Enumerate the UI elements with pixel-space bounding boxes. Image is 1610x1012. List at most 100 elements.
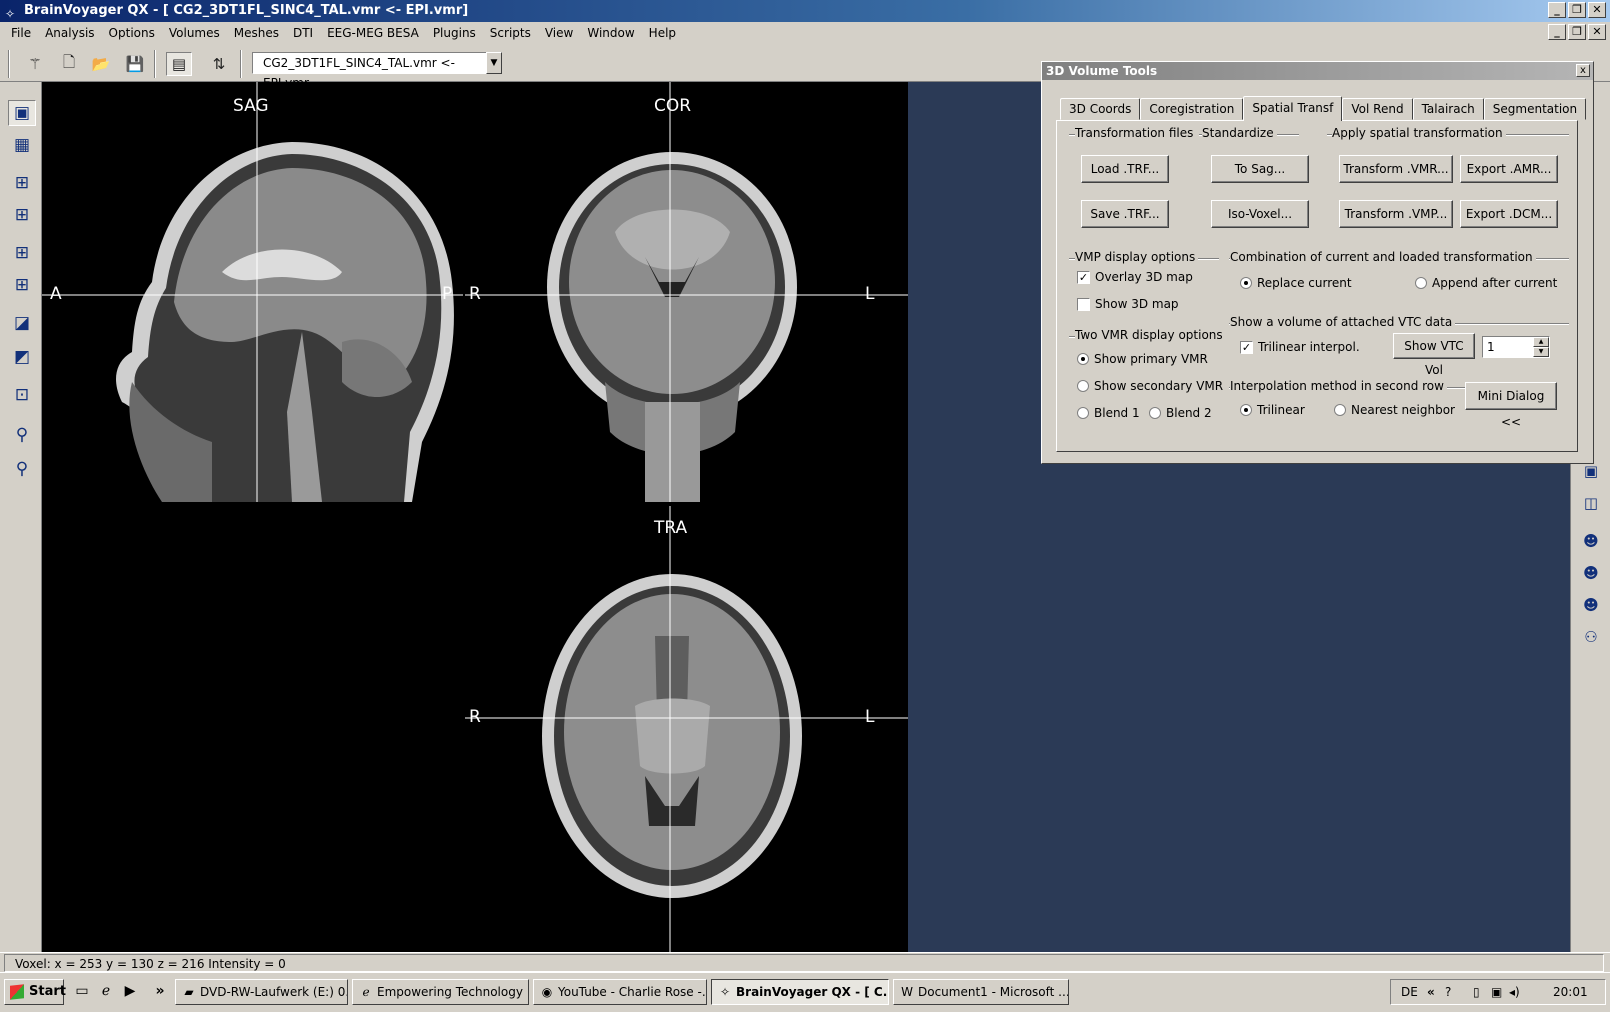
zoom-in-icon[interactable]: ⚲	[8, 456, 36, 482]
iso-voxel-button[interactable]: Iso-Voxel...	[1211, 200, 1309, 228]
menu-help[interactable]: Help	[642, 22, 683, 44]
tab-3d-coords[interactable]: 3D Coords	[1060, 98, 1141, 120]
transversal-pane[interactable]: TRA R L	[465, 506, 908, 952]
stepper-up-icon[interactable]: ▲	[1533, 337, 1549, 347]
three-view-icon[interactable]: ⊞	[8, 272, 36, 298]
tab-segmentation[interactable]: Segmentation	[1483, 98, 1587, 120]
menu-view[interactable]: View	[538, 22, 580, 44]
menu-window[interactable]: Window	[580, 22, 641, 44]
head-right-icon[interactable]: ☻	[1577, 560, 1605, 586]
coronal-pane[interactable]: COR R L	[465, 82, 908, 502]
toolbar-grip	[8, 50, 10, 78]
show-secondary-vmr-radio[interactable]: Show secondary VMR	[1077, 379, 1223, 393]
vtc-volume-stepper[interactable]: 1 ▲ ▼	[1482, 336, 1550, 358]
head-front-icon[interactable]: ☻	[1577, 592, 1605, 618]
append-after-current-radio[interactable]: Append after current	[1415, 276, 1557, 290]
transform-vmr-button[interactable]: Transform .VMR...	[1339, 155, 1453, 183]
export-dcm-button[interactable]: Export .DCM...	[1460, 200, 1558, 228]
menu-eeg-meg-besa[interactable]: EEG-MEG BESA	[320, 22, 426, 44]
tab-vol-rend[interactable]: Vol Rend	[1342, 98, 1413, 120]
coronal-view-icon[interactable]: ⊞	[8, 202, 36, 228]
save-trf-button[interactable]: Save .TRF...	[1081, 200, 1169, 228]
zoom-out-icon[interactable]: ⚲	[8, 422, 36, 448]
sagittal-pane[interactable]: SAG A P	[42, 82, 463, 502]
head-left-icon[interactable]: ☻	[1577, 528, 1605, 554]
document-selector[interactable]: CG2_3DT1FL_SINC4_TAL.vmr <- EPI.vmr ▼	[252, 52, 502, 90]
blend1-radio[interactable]: Blend 1	[1077, 406, 1140, 420]
brain-segment-icon[interactable]: ◩	[8, 344, 36, 370]
sagittal-view-icon[interactable]: ⊞	[8, 170, 36, 196]
chevron-down-icon[interactable]: ▼	[486, 52, 502, 74]
quicklaunch-more-icon[interactable]: »	[150, 983, 170, 1003]
menu-scripts[interactable]: Scripts	[483, 22, 538, 44]
show-vtc-vol-button[interactable]: Show VTC Vol	[1393, 333, 1475, 377]
show-3d-map-label: Show 3D map	[1095, 297, 1179, 311]
power-tray-icon[interactable]: ▯	[1473, 980, 1480, 1004]
menu-meshes[interactable]: Meshes	[227, 22, 286, 44]
close-button[interactable]: ✕	[1588, 2, 1606, 18]
media-player-icon[interactable]: ▶	[120, 983, 140, 1003]
mdi-restore-button[interactable]: ❐	[1568, 24, 1586, 40]
magic-wand-icon[interactable]: ⚚	[22, 52, 48, 76]
stepper-down-icon[interactable]: ▼	[1533, 347, 1549, 357]
task-empowering-technology[interactable]: ℯ Empowering Technology	[352, 979, 529, 1005]
overlay-3d-map-checkbox[interactable]: ✓ Overlay 3D map	[1077, 270, 1193, 284]
dialog-close-button[interactable]: x	[1576, 64, 1590, 77]
empty-pane[interactable]	[42, 506, 463, 952]
menu-volumes[interactable]: Volumes	[162, 22, 227, 44]
sort-list-icon[interactable]: ⇅	[206, 52, 232, 76]
start-button[interactable]: Start	[4, 979, 66, 1005]
radio-selected-icon	[1240, 404, 1252, 416]
menu-options[interactable]: Options	[102, 22, 162, 44]
tab-talairach[interactable]: Talairach	[1412, 98, 1484, 120]
blend2-radio[interactable]: Blend 2	[1149, 406, 1212, 420]
tray-expand-icon[interactable]: «	[1427, 980, 1435, 1004]
load-trf-button[interactable]: Load .TRF...	[1081, 155, 1169, 183]
dialog-titlebar[interactable]: 3D Volume Tools	[1042, 62, 1593, 80]
replace-current-radio[interactable]: Replace current	[1240, 276, 1352, 290]
transform-vmp-button[interactable]: Transform .VMP...	[1339, 200, 1453, 228]
minimize-button[interactable]: _	[1548, 2, 1566, 18]
nearest-neighbor-radio[interactable]: Nearest neighbor	[1334, 403, 1455, 417]
new-file-icon[interactable]: 🗋	[56, 52, 82, 76]
task-youtube[interactable]: ◉ YouTube - Charlie Rose -...	[533, 979, 707, 1005]
single-view-icon[interactable]: ▣	[8, 100, 36, 126]
network-tray-icon[interactable]: ▣	[1491, 980, 1502, 1004]
save-disk-icon[interactable]: 💾	[122, 52, 148, 76]
mesh-icon[interactable]: ◫	[1577, 490, 1605, 516]
window-layout-icon[interactable]: ▤	[166, 52, 192, 76]
mdi-close-button[interactable]: ✕	[1588, 24, 1606, 40]
crosshair-icon[interactable]: ⊡	[8, 382, 36, 408]
brainvoyager-app-icon[interactable]: ✧	[5, 3, 21, 21]
task-brainvoyager[interactable]: ✧ BrainVoyager QX - [ C...	[711, 979, 889, 1005]
clock[interactable]: 20:01	[1553, 980, 1588, 1004]
ie-quicklaunch-icon[interactable]: ℯ	[96, 983, 116, 1003]
tab-coregistration[interactable]: Coregistration	[1140, 98, 1244, 120]
help-tray-icon[interactable]: ?	[1445, 980, 1451, 1004]
mini-dialog-button[interactable]: Mini Dialog <<	[1465, 382, 1557, 429]
brain-overlay-icon[interactable]: ◪	[8, 310, 36, 336]
menu-file[interactable]: File	[4, 22, 38, 44]
task-dvd-drive[interactable]: ▰ DVD-RW-Laufwerk (E:) 0...	[175, 979, 348, 1005]
volume-tray-icon[interactable]: ◂)	[1509, 980, 1520, 1004]
heads-pair-icon[interactable]: ⚇	[1577, 624, 1605, 650]
trilinear-interpol-checkbox[interactable]: ✓ Trilinear interpol.	[1240, 340, 1360, 354]
menu-plugins[interactable]: Plugins	[426, 22, 483, 44]
restore-button[interactable]: ❐	[1568, 2, 1586, 18]
grid-view-icon[interactable]: ▦	[8, 132, 36, 158]
tab-spatial-transf[interactable]: Spatial Transf	[1243, 96, 1343, 121]
show-desktop-icon[interactable]: ▭	[72, 983, 92, 1003]
show-primary-vmr-radio[interactable]: Show primary VMR	[1077, 352, 1208, 366]
volume-viewer[interactable]: SAG A P COR R L TRA R L	[42, 82, 908, 952]
open-folder-icon[interactable]: 📂	[88, 52, 114, 76]
language-indicator[interactable]: DE	[1401, 980, 1418, 1004]
trilinear-radio[interactable]: Trilinear	[1240, 403, 1305, 417]
task-document1[interactable]: W Document1 - Microsoft ...	[893, 979, 1069, 1005]
mdi-minimize-button[interactable]: _	[1548, 24, 1566, 40]
transversal-view-icon[interactable]: ⊞	[8, 240, 36, 266]
to-sag-button[interactable]: To Sag...	[1211, 155, 1309, 183]
show-3d-map-checkbox[interactable]: Show 3D map	[1077, 297, 1179, 311]
menu-dti[interactable]: DTI	[286, 22, 320, 44]
export-amr-button[interactable]: Export .AMR...	[1460, 155, 1558, 183]
menu-analysis[interactable]: Analysis	[38, 22, 101, 44]
